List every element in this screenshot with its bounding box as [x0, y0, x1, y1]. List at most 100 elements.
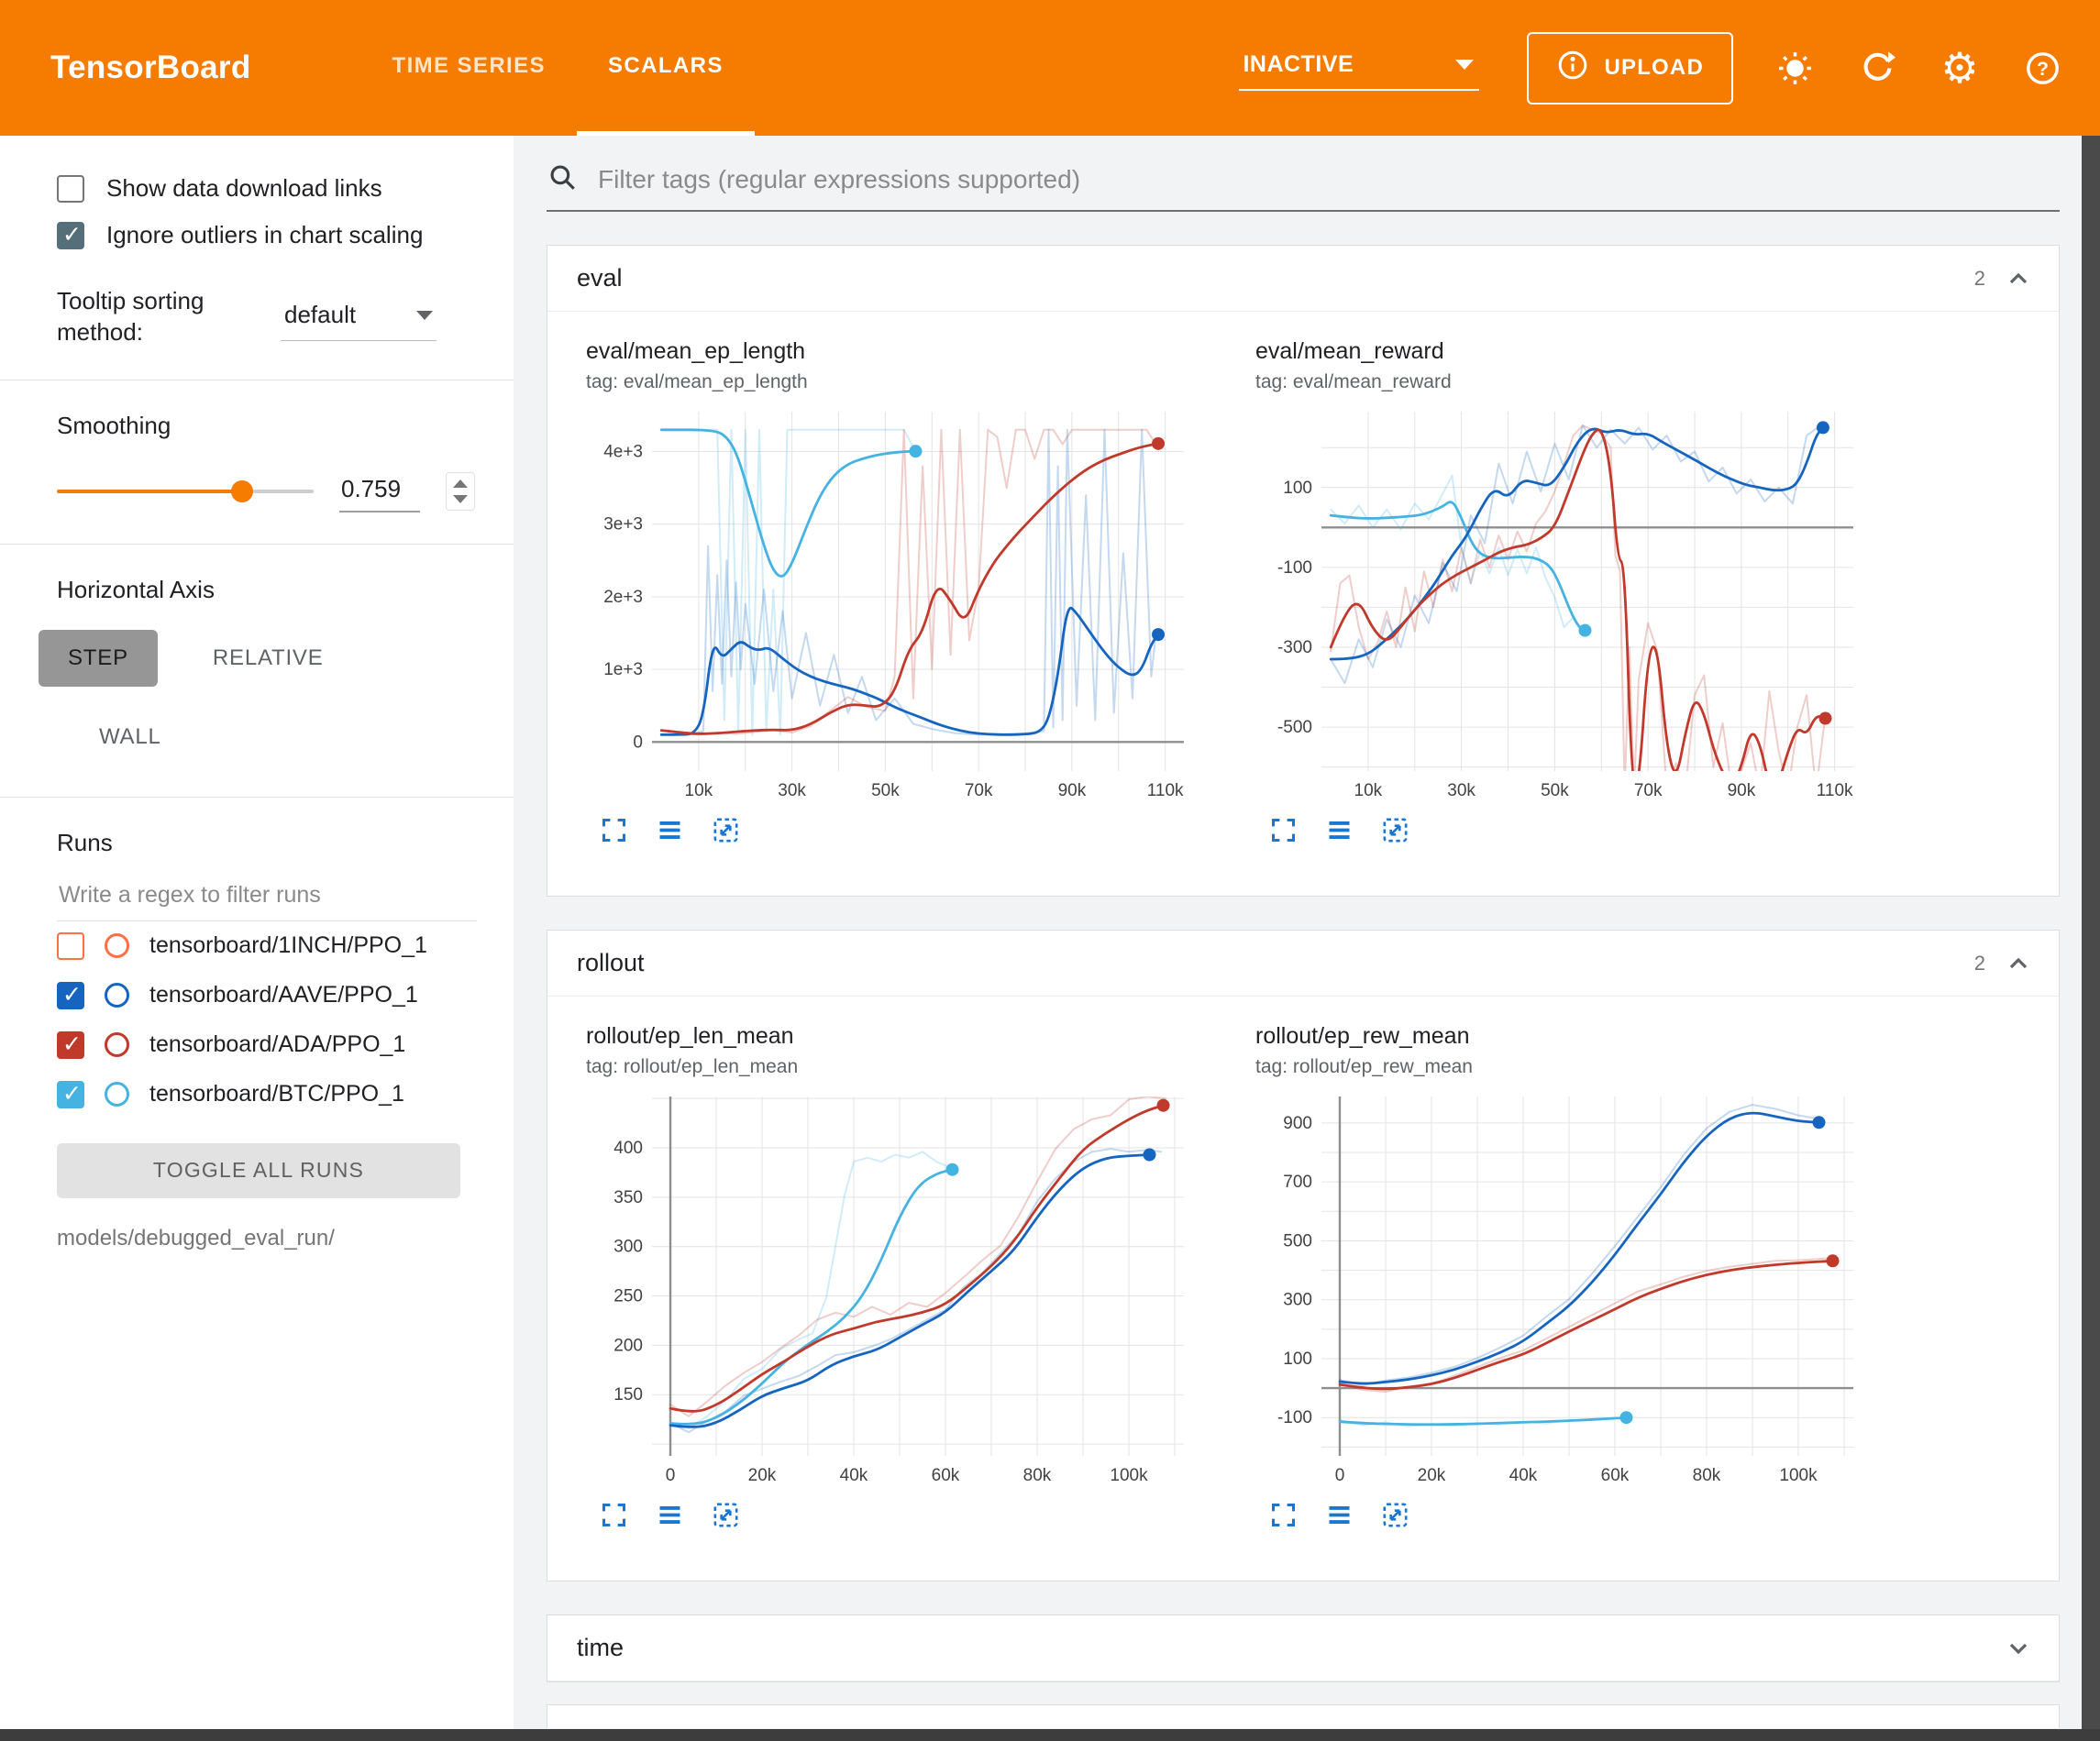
show-download-links-checkbox[interactable]: Show data download links: [0, 165, 514, 212]
fit-domain-icon[interactable]: [711, 815, 741, 850]
section-card-rollout: rollout 2 rollout/ep_len_mean tag: rollo…: [547, 930, 2060, 1581]
svg-text:30k: 30k: [1447, 781, 1476, 800]
axis-button-step[interactable]: STEP: [39, 630, 158, 687]
settings-icon[interactable]: ⚙: [1939, 47, 1981, 89]
smoothing-slider[interactable]: [57, 490, 314, 493]
toggle-all-runs-button[interactable]: TOGGLE ALL RUNS: [57, 1143, 460, 1198]
tooltip-sorting-select[interactable]: default: [281, 293, 437, 341]
smoothing-stepper[interactable]: [446, 472, 475, 511]
svg-text:20k: 20k: [748, 1466, 777, 1485]
svg-text:50k: 50k: [1541, 781, 1569, 800]
run-checkbox[interactable]: [57, 932, 84, 960]
brightness-icon[interactable]: [1774, 47, 1816, 89]
refresh-icon[interactable]: [1856, 47, 1898, 89]
tooltip-sorting-value: default: [284, 301, 356, 329]
checkbox-label: Ignore outliers in chart scaling: [106, 221, 423, 249]
status-dropdown[interactable]: INACTIVE: [1239, 46, 1479, 91]
ignore-outliers-checkbox[interactable]: Ignore outliers in chart scaling: [0, 212, 514, 259]
run-color-circle[interactable]: [105, 1082, 129, 1107]
smoothing-label: Smoothing: [0, 380, 514, 440]
axis-button-wall[interactable]: WALL: [70, 709, 191, 766]
run-color-circle[interactable]: [105, 983, 129, 1008]
run-row-aave[interactable]: tensorboard/AAVE/PPO_1: [0, 971, 514, 1020]
fit-domain-icon[interactable]: [711, 1500, 741, 1535]
svg-text:70k: 70k: [1634, 781, 1663, 800]
svg-text:-100: -100: [1277, 558, 1312, 578]
svg-text:-500: -500: [1277, 718, 1312, 737]
filter-tags-input[interactable]: [596, 164, 2060, 195]
section-header-eval[interactable]: eval 2: [547, 246, 2059, 312]
svg-text:300: 300: [1283, 1291, 1312, 1310]
fullscreen-icon[interactable]: [599, 1500, 629, 1535]
chart-plot[interactable]: 020k40k60k80k100k-100100300500700900: [1255, 1085, 1861, 1489]
svg-text:0: 0: [633, 733, 643, 752]
chevron-up-icon[interactable]: [2004, 949, 2033, 978]
run-label: tensorboard/AAVE/PPO_1: [149, 982, 418, 1008]
svg-text:40k: 40k: [840, 1466, 868, 1485]
fullscreen-icon[interactable]: [599, 815, 629, 850]
svg-text:50k: 50k: [871, 781, 900, 800]
chart-title: eval/mean_reward: [1255, 337, 1861, 366]
chart-tag: tag: eval/mean_ep_length: [586, 371, 1191, 393]
chart-row-eval: eval/mean_ep_length tag: eval/mean_ep_le…: [547, 312, 2059, 896]
axis-button-relative[interactable]: RELATIVE: [183, 630, 353, 687]
svg-text:700: 700: [1283, 1173, 1312, 1192]
svg-text:40k: 40k: [1509, 1466, 1538, 1485]
chart-tag: tag: rollout/ep_rew_mean: [1255, 1056, 1861, 1078]
run-row-1inch[interactable]: tensorboard/1INCH/PPO_1: [0, 921, 514, 971]
runs-filter-input[interactable]: [57, 881, 477, 909]
data-list-icon[interactable]: [655, 1500, 685, 1535]
data-list-icon[interactable]: [1324, 815, 1354, 850]
next-section-card-edge: [547, 1704, 2060, 1728]
chart-plot[interactable]: 10k30k50k70k90k110k100-100-300-500: [1255, 401, 1861, 804]
smoothing-value-input[interactable]: 0.759: [339, 471, 420, 512]
chart-plot[interactable]: 10k30k50k70k90k110k01e+32e+33e+34e+3: [586, 401, 1191, 804]
help-icon[interactable]: ?: [2021, 47, 2063, 89]
stepper-down-icon[interactable]: [453, 495, 468, 503]
run-color-circle[interactable]: [105, 933, 129, 958]
main-content: eval 2 eval/mean_ep_length tag: eval/mea…: [514, 136, 2082, 1729]
run-checkbox[interactable]: [57, 1081, 84, 1108]
section-header-time[interactable]: time: [547, 1615, 2059, 1681]
fullscreen-icon[interactable]: [1268, 815, 1299, 850]
tab-time-series[interactable]: TIME SERIES: [361, 0, 577, 136]
fit-domain-icon[interactable]: [1380, 815, 1410, 850]
run-row-ada[interactable]: tensorboard/ADA/PPO_1: [0, 1020, 514, 1070]
horizontal-scrollbar[interactable]: [0, 1729, 2100, 1741]
chevron-down-icon[interactable]: [2004, 1634, 2033, 1663]
header-actions: INACTIVE UPLOAD ⚙: [1239, 32, 2063, 105]
svg-text:20k: 20k: [1418, 1466, 1446, 1485]
chart-tag: tag: eval/mean_reward: [1255, 371, 1861, 393]
run-checkbox[interactable]: [57, 982, 84, 1009]
filter-tags-bar: [547, 161, 2060, 212]
run-checkbox[interactable]: [57, 1031, 84, 1059]
tab-scalars[interactable]: SCALARS: [577, 0, 755, 136]
upload-button[interactable]: UPLOAD: [1527, 32, 1733, 105]
stepper-up-icon[interactable]: [453, 479, 468, 488]
checkbox-icon: [57, 222, 84, 249]
svg-text:110k: 110k: [1817, 781, 1853, 800]
fit-domain-icon[interactable]: [1380, 1500, 1410, 1535]
chart-row-rollout: rollout/ep_len_mean tag: rollout/ep_len_…: [547, 997, 2059, 1581]
section-card-eval: eval 2 eval/mean_ep_length tag: eval/mea…: [547, 245, 2060, 897]
run-color-circle[interactable]: [105, 1032, 129, 1057]
header-tabs: TIME SERIES SCALARS: [361, 0, 755, 136]
run-row-btc[interactable]: tensorboard/BTC/PPO_1: [0, 1070, 514, 1119]
chart-widget: rollout/ep_len_mean tag: rollout/ep_len_…: [586, 1022, 1191, 1535]
data-list-icon[interactable]: [655, 815, 685, 850]
chart-title: rollout/ep_rew_mean: [1255, 1022, 1861, 1051]
search-icon: [547, 161, 578, 197]
svg-text:-100: -100: [1277, 1408, 1312, 1427]
svg-text:100: 100: [1283, 479, 1312, 498]
slider-thumb[interactable]: [231, 480, 253, 502]
section-header-rollout[interactable]: rollout 2: [547, 931, 2059, 997]
svg-text:4e+3: 4e+3: [603, 443, 643, 462]
svg-text:300: 300: [613, 1238, 643, 1257]
fullscreen-icon[interactable]: [1268, 1500, 1299, 1535]
chart-plot[interactable]: 020k40k60k80k100k150200250300350400: [586, 1085, 1191, 1489]
svg-text:10k: 10k: [1354, 781, 1383, 800]
data-list-icon[interactable]: [1324, 1500, 1354, 1535]
vertical-scrollbar[interactable]: [2082, 136, 2100, 1729]
chevron-up-icon[interactable]: [2004, 264, 2033, 293]
app-header: TensorBoard TIME SERIES SCALARS INACTIVE…: [0, 0, 2100, 136]
